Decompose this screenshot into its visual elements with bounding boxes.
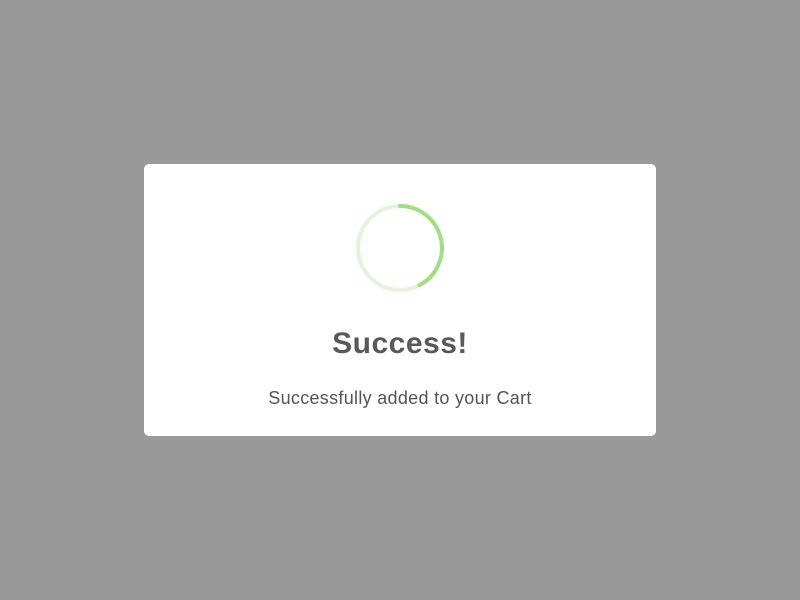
success-spinner-icon bbox=[356, 204, 444, 292]
success-dialog: Success! Successfully added to your Cart bbox=[144, 164, 656, 436]
dialog-title: Success! bbox=[332, 327, 468, 360]
dialog-message: Successfully added to your Cart bbox=[268, 388, 532, 408]
